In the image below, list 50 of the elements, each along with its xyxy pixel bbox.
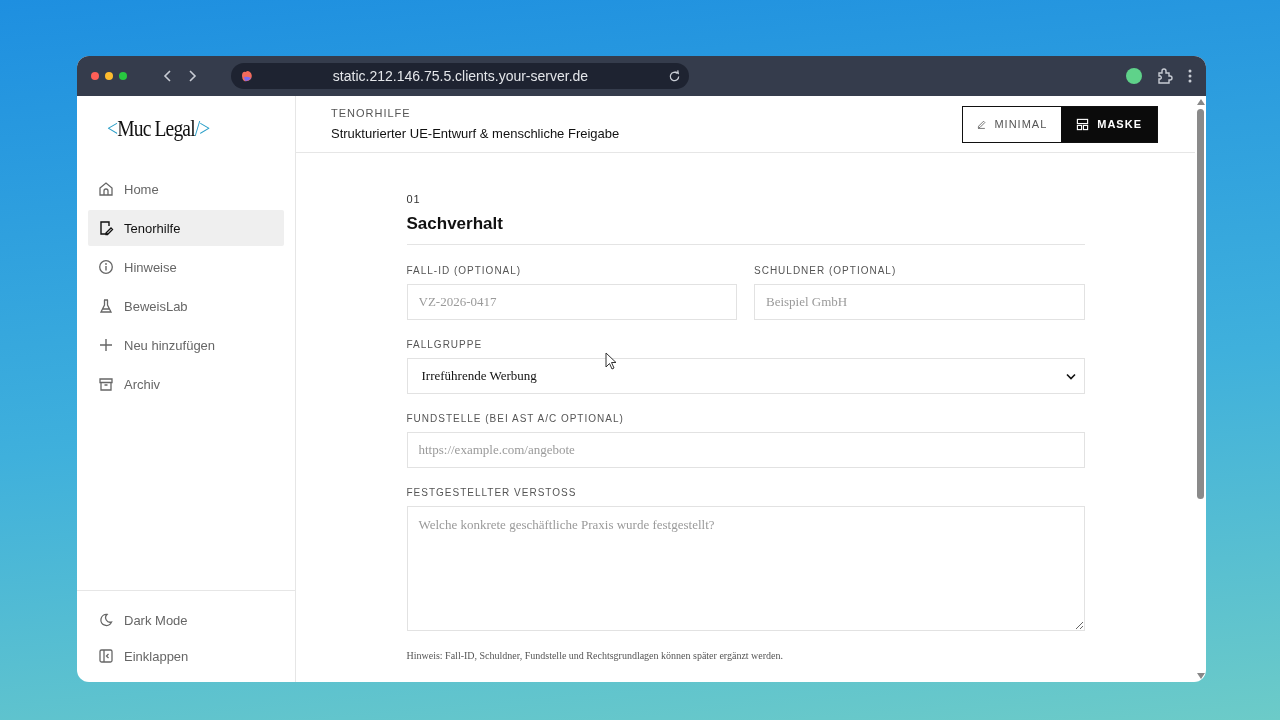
forward-icon[interactable]	[187, 69, 197, 83]
plus-icon	[98, 337, 114, 353]
flask-icon	[98, 298, 114, 314]
layout-icon	[1076, 117, 1090, 131]
sidebar-item[interactable]: Archiv	[88, 366, 284, 402]
url-text: static.212.146.75.5.clients.your-server.de	[331, 68, 590, 84]
section-number: 01	[406, 193, 422, 205]
back-icon[interactable]	[163, 69, 173, 83]
sidebar-item[interactable]: Dark Mode	[88, 602, 284, 638]
hint-text: Hinweis: Fall-ID, Schuldner, Fundstelle und Rechtsgrundlagen können später ergänzt werden.	[406, 650, 785, 661]
info-icon	[98, 259, 114, 275]
puzzle-icon[interactable]	[1156, 67, 1174, 85]
field-label: FALLGRUPPE	[406, 339, 484, 350]
text-area[interactable]: Welche konkrete geschäftliche Praxis wurde festgestellt?	[406, 506, 1085, 631]
cursor-icon	[605, 352, 617, 370]
collapse-sidebar-icon	[98, 648, 114, 664]
sidebar-item[interactable]: BeweisLab	[88, 288, 284, 324]
logo: <Muc Legal/>	[107, 116, 211, 142]
close-icon[interactable]	[91, 72, 99, 80]
field-label: FUNDSTELLE (BEI AST A/C OPTIONAL)	[406, 413, 625, 424]
field-label: SCHULDNER (OPTIONAL)	[754, 265, 898, 276]
dropdown[interactable]: Irreführende Werbung	[406, 358, 1085, 394]
site-icon	[241, 70, 253, 82]
maximize-icon[interactable]	[119, 72, 127, 80]
minimize-icon[interactable]	[105, 72, 113, 80]
field-label: FALL-ID (OPTIONAL)	[406, 265, 523, 276]
sidebar-item[interactable]: Einklappen	[88, 638, 284, 674]
sidebar-item[interactable]: Hinweise	[88, 249, 284, 285]
sidebar-item[interactable]: Neu hinzufügen	[88, 327, 284, 363]
moon-icon	[98, 612, 114, 628]
page-eyebrow: TENORHILFE	[331, 107, 412, 119]
address-bar[interactable]: static.212.146.75.5.clients.your-server.de	[231, 63, 689, 89]
input-field[interactable]: https://example.com/angebote	[406, 432, 1085, 468]
reload-icon[interactable]	[668, 69, 681, 83]
sidebar-item[interactable]: Home	[88, 171, 284, 207]
menu-icon[interactable]	[1188, 69, 1192, 83]
input-field[interactable]: Beispiel GmbH	[754, 284, 1085, 320]
field-label: FESTGESTELLTER VERSTOSS	[406, 487, 578, 498]
section-title: Sachverhalt	[406, 214, 504, 234]
archive-icon	[98, 376, 114, 392]
document-edit-icon	[98, 220, 114, 236]
sidebar-item[interactable]: Tenorhilfe	[88, 210, 284, 246]
page-title: Strukturierter UE-Entwurf & menschliche Freigabe	[331, 126, 620, 141]
home-icon	[98, 181, 114, 197]
mode-toggle-button[interactable]: MASKE	[1061, 106, 1157, 142]
input-field[interactable]: VZ-2026-0417	[406, 284, 737, 320]
chevron-down-icon	[1065, 372, 1076, 380]
scroll-up-icon[interactable]	[1196, 99, 1205, 105]
profile-avatar[interactable]	[1126, 68, 1142, 84]
scroll-down-icon[interactable]	[1196, 673, 1205, 679]
